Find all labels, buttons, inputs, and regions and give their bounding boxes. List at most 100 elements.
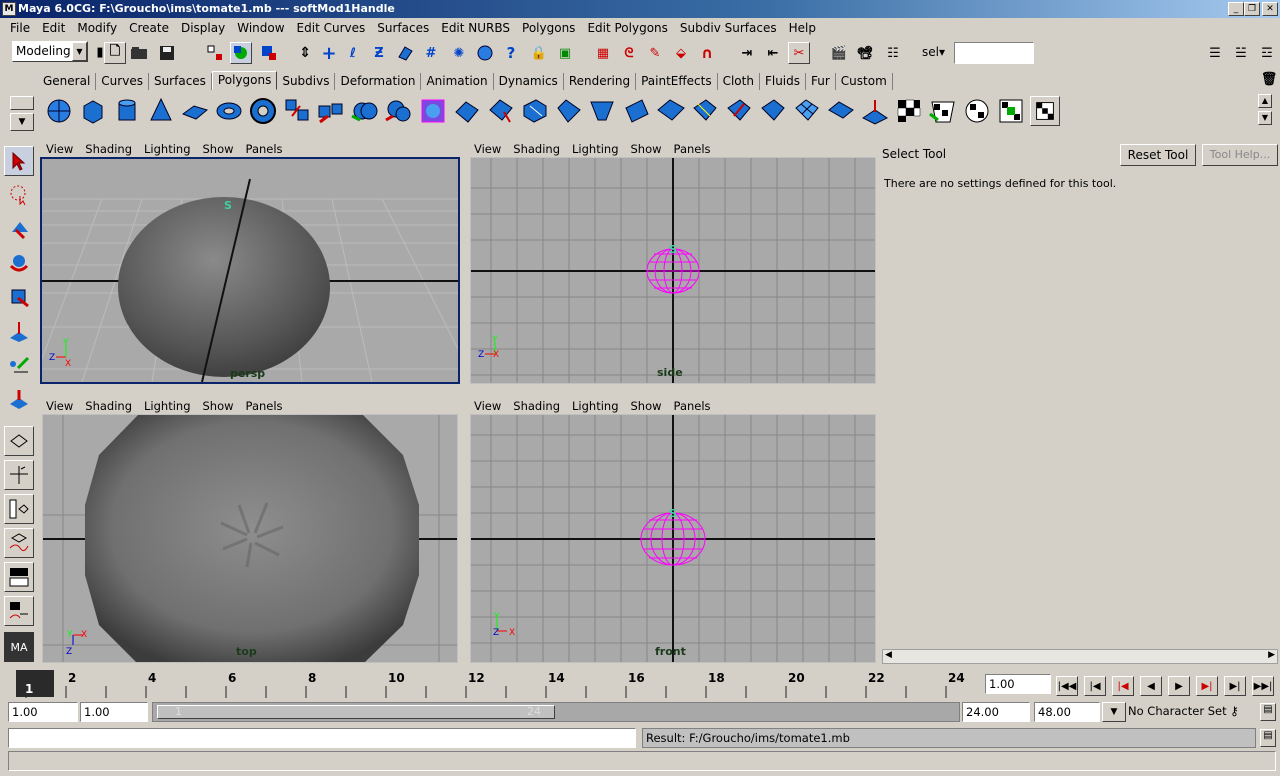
manipulator-tool-icon[interactable] [4,316,34,346]
play-forwards-icon[interactable]: ▶ [1168,676,1190,696]
poly-cylinder-icon[interactable] [112,96,142,126]
close-button[interactable]: ✕ [1262,2,1278,16]
poly-cone-icon[interactable] [146,96,176,126]
shelf-arrow-icon[interactable]: ▼ [10,113,34,131]
history-icon[interactable]: ✺ [448,42,470,64]
script-editor-icon[interactable]: ▤ [1260,729,1276,747]
menu-edit-nurbs[interactable]: Edit NURBS [435,21,516,35]
sphere-icon[interactable] [474,42,496,64]
input-connections-icon[interactable]: ⇥ [736,42,758,64]
animation-start-field[interactable]: 1.00 [8,702,78,722]
menu-edit-curves[interactable]: Edit Curves [291,21,372,35]
shelf-scroll-up-icon[interactable]: ▲ [1258,94,1272,108]
sculpt-polygon-icon[interactable] [860,96,890,126]
tab-dynamics[interactable]: Dynamics [494,73,564,90]
menu-edit[interactable]: Edit [36,21,71,35]
render-frame-icon[interactable]: 🎬 [828,42,850,64]
snap-point-icon[interactable]: Ƶ [368,42,390,64]
single-pane-layout-icon[interactable] [4,426,34,456]
make-live-icon[interactable]: # [420,42,442,64]
select-by-type-icon[interactable]: ▣ [554,42,576,64]
panel-menu-shading[interactable]: Shading [513,399,560,413]
select-hierarchy-icon[interactable] [204,42,226,64]
texture-editor-icon[interactable] [1030,96,1060,126]
tool-help-button[interactable]: Tool Help... [1202,144,1278,166]
tab-rendering[interactable]: Rendering [564,73,637,90]
snap-view-plane-icon[interactable] [394,42,416,64]
shelf-scroll-down-icon[interactable]: ▼ [1258,111,1272,125]
anim-prefs-icon[interactable]: ▤ [1260,703,1276,721]
tab-surfaces[interactable]: Surfaces [149,73,212,90]
soft-mod-tool-icon[interactable] [4,350,34,380]
select-tool-icon[interactable] [4,146,34,176]
minimize-button[interactable]: _ [1228,2,1244,16]
top-viewport[interactable]: Y X Z top [42,414,458,663]
panel-menu-view[interactable]: View [46,399,73,413]
snap-curve-icon[interactable]: ℓ [342,42,364,64]
range-slider-bar[interactable] [157,705,555,719]
bool-difference-icon[interactable] [384,96,414,126]
tab-fur[interactable]: Fur [806,73,836,90]
split-polygon-icon[interactable] [520,96,550,126]
save-scene-icon[interactable] [156,42,178,64]
smooth-proxy-icon[interactable] [418,96,448,126]
extrude-face-icon[interactable] [452,96,482,126]
cylindrical-mapping-icon[interactable] [928,96,958,126]
poly-sphere-icon[interactable] [44,96,74,126]
lock-icon[interactable]: 🔒 [528,42,550,64]
panel-menu-shading[interactable]: Shading [513,142,560,156]
panel-menu-lighting[interactable]: Lighting [144,399,190,413]
scroll-right-icon[interactable]: ▶ [1268,650,1275,660]
step-forward-key-icon[interactable]: ▶| [1224,676,1246,696]
current-time-field[interactable]: 1.00 [985,674,1051,694]
poly-cube-icon[interactable] [78,96,108,126]
tool-settings-icon[interactable]: ☱ [1230,42,1252,64]
panel-menu-lighting[interactable]: Lighting [572,399,618,413]
planar-mapping-icon[interactable] [894,96,924,126]
persp-viewport[interactable]: S Y Z X persp [40,157,460,384]
split-edge-icon[interactable] [656,96,686,126]
panel-menu-view[interactable]: View [474,142,501,156]
menu-surfaces[interactable]: Surfaces [371,21,435,35]
scale-tool-icon[interactable] [4,282,34,312]
poly-pipe-icon[interactable] [248,96,278,126]
side-viewport[interactable]: S Y Z X side [470,157,876,384]
menu-display[interactable]: Display [175,21,231,35]
tool-settings-scrollbar[interactable]: ◀ ▶ [882,649,1278,664]
menu-polygons[interactable]: Polygons [516,21,581,35]
four-pane-layout-icon[interactable] [4,460,34,490]
panel-menu-view[interactable]: View [46,142,73,156]
panel-menu-show[interactable]: Show [203,399,234,413]
panel-menu-lighting[interactable]: Lighting [572,142,618,156]
menu-window[interactable]: Window [231,21,290,35]
tab-animation[interactable]: Animation [421,73,494,90]
character-set-chevron-down-icon[interactable]: ▼ [1102,702,1126,722]
panel-menu-panels[interactable]: Panels [674,142,711,156]
output-connections-icon[interactable]: ⇤ [762,42,784,64]
attribute-editor-icon[interactable]: ☰ [1204,42,1226,64]
channel-box-icon[interactable]: ☲ [1256,42,1278,64]
move-tool-icon[interactable] [4,214,34,244]
poly-torus-icon[interactable] [214,96,244,126]
playback-start-field[interactable]: 1.00 [80,702,148,722]
lasso-tool-icon[interactable] [4,180,34,210]
maximize-button[interactable]: ❐ [1244,2,1260,16]
menu-edit-polygons[interactable]: Edit Polygons [581,21,673,35]
extrude-edge-icon[interactable] [486,96,516,126]
wedge-face-icon[interactable] [690,96,720,126]
panel-menu-panels[interactable]: Panels [674,399,711,413]
snap-toggle-icon[interactable]: ⇕ [294,42,316,64]
ipr-render-icon[interactable]: 📽 [854,42,876,64]
cut-faces-icon[interactable] [554,96,584,126]
panel-menu-show[interactable]: Show [631,142,662,156]
snap-point-red-icon[interactable]: ✎ [644,42,666,64]
quick-select-input[interactable] [954,42,1034,64]
automatic-mapping-icon[interactable] [996,96,1026,126]
reset-tool-button[interactable]: Reset Tool [1120,144,1196,166]
step-back-key-icon[interactable]: |◀ [1084,676,1106,696]
combine-icon[interactable] [282,96,312,126]
shelf-menu-button[interactable] [10,96,34,110]
subdivide-icon[interactable] [792,96,822,126]
panel-menu-show[interactable]: Show [203,142,234,156]
go-to-end-icon[interactable]: ▶▶| [1252,676,1274,696]
